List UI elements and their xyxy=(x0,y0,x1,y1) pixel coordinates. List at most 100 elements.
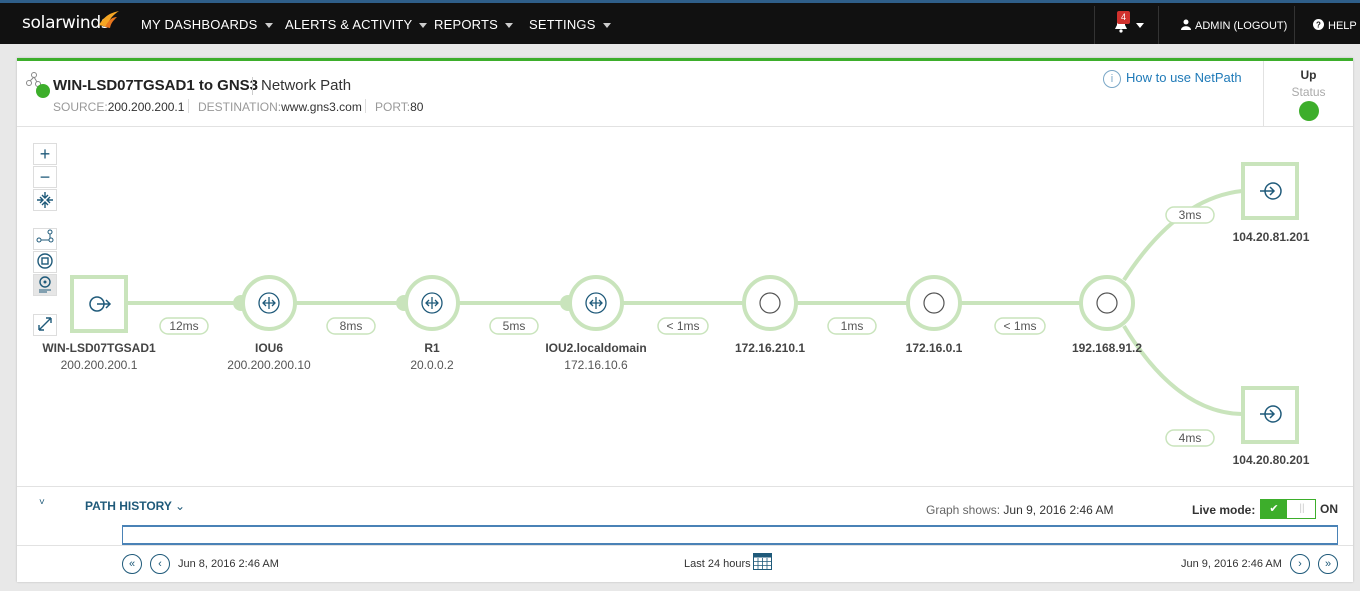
live-mode-toggle[interactable]: ✔ || xyxy=(1260,499,1316,519)
node-name: WIN-LSD07TGSAD1 xyxy=(42,341,156,355)
help-link[interactable]: ? HELP xyxy=(1313,19,1357,32)
node-ip: 200.200.200.10 xyxy=(227,358,311,372)
svg-text:8ms: 8ms xyxy=(340,319,363,333)
node-source[interactable] xyxy=(70,275,128,333)
path-history-section: ˅ PATH HISTORY ⌄ Graph shows: Jun 9, 201… xyxy=(17,486,1353,585)
status-box: Up Status xyxy=(1263,61,1353,127)
previous-button[interactable]: ‹ xyxy=(150,554,170,574)
page-title: WIN-LSD07TGSAD1 to GNS3 xyxy=(53,77,259,94)
chevron-down-icon: ⌄ xyxy=(175,499,186,513)
meta-divider xyxy=(365,99,366,113)
live-mode-state: ON xyxy=(1320,502,1338,516)
double-right-icon: » xyxy=(1324,558,1332,570)
latency-pill[interactable]: 1ms xyxy=(827,317,877,335)
latency-pill[interactable]: 4ms xyxy=(1165,429,1215,447)
chevron-down-icon xyxy=(419,23,428,29)
double-left-icon: « xyxy=(128,558,136,570)
chevron-down-icon xyxy=(264,23,273,29)
history-timeline[interactable] xyxy=(122,525,1338,545)
node-name: 104.20.81.201 xyxy=(1233,230,1310,244)
chevron-down-icon xyxy=(505,23,514,29)
chevron-right-icon: › xyxy=(1298,558,1302,570)
chevron-left-icon: ‹ xyxy=(158,558,162,570)
collapse-chevron-icon[interactable]: ˅ xyxy=(39,497,45,508)
status-value: Up xyxy=(1300,68,1317,82)
network-path-graph: 12ms 8ms 5ms < 1ms 1ms < 1ms 3ms 4ms WIN… xyxy=(42,162,1310,467)
user-icon xyxy=(1181,19,1191,30)
node-router-r1[interactable] xyxy=(404,275,460,331)
nav-alerts-activity[interactable]: ALERTS & ACTIVITY xyxy=(285,17,428,32)
top-nav: solarwinds MY DASHBOARDS ALERTS & ACTIVI… xyxy=(0,0,1360,44)
first-page-button[interactable]: « xyxy=(122,554,142,574)
path-history-toggle[interactable]: PATH HISTORY ⌄ xyxy=(85,499,185,513)
divider xyxy=(17,545,1353,546)
node-hop-172-16-0-1[interactable] xyxy=(906,275,962,331)
node-hop-172-16-210-1[interactable] xyxy=(742,275,798,331)
node-router-iou6[interactable] xyxy=(241,275,297,331)
chevron-down-icon[interactable] xyxy=(1136,23,1144,28)
range-start-date: Jun 8, 2016 2:46 AM xyxy=(178,558,279,570)
netpath-icon xyxy=(26,72,50,98)
svg-text:< 1ms: < 1ms xyxy=(1003,319,1036,333)
help-icon: ? xyxy=(1313,19,1324,30)
svg-text:4ms: 4ms xyxy=(1179,431,1202,445)
panel-header: WIN-LSD07TGSAD1 to GNS3 Network Path SOU… xyxy=(17,61,1353,127)
path-segment xyxy=(1122,324,1243,416)
node-name: IOU6 xyxy=(255,341,283,355)
nav-divider xyxy=(1094,6,1095,44)
svg-text:3ms: 3ms xyxy=(1179,208,1202,222)
status-up-indicator xyxy=(1298,101,1319,121)
page-subtitle: Network Path xyxy=(261,77,352,94)
latency-pill[interactable]: < 1ms xyxy=(994,317,1046,335)
latency-pill[interactable]: 8ms xyxy=(326,317,376,335)
check-icon: ✔ xyxy=(1261,500,1287,518)
latency-pill[interactable]: 3ms xyxy=(1165,206,1215,224)
port-info: PORT:80 xyxy=(375,100,424,114)
destination-info: DESTINATION:www.gns3.com xyxy=(198,100,362,114)
nav-divider xyxy=(1294,6,1295,44)
nav-reports[interactable]: REPORTS xyxy=(434,17,514,32)
toggle-knob: || xyxy=(1299,503,1305,514)
node-name: 104.20.80.201 xyxy=(1233,453,1310,467)
nav-my-dashboards[interactable]: MY DASHBOARDS xyxy=(141,17,273,32)
node-ip: 172.16.10.6 xyxy=(564,358,628,372)
node-dest-104-20-80-201[interactable] xyxy=(1241,386,1299,444)
nav-settings[interactable]: SETTINGS xyxy=(529,17,611,32)
svg-text:12ms: 12ms xyxy=(169,319,198,333)
meta-divider xyxy=(188,99,189,113)
info-icon: i xyxy=(1103,70,1121,88)
node-name: R1 xyxy=(424,341,440,355)
graph-shows: Graph shows: Jun 9, 2016 2:46 AM xyxy=(926,503,1114,517)
node-name: IOU2.localdomain xyxy=(545,341,646,355)
last-page-button[interactable]: » xyxy=(1318,554,1338,574)
next-button[interactable]: › xyxy=(1290,554,1310,574)
latency-pill[interactable]: < 1ms xyxy=(657,317,709,335)
svg-text:1ms: 1ms xyxy=(841,319,864,333)
node-name: 172.16.0.1 xyxy=(906,341,963,355)
node-name: 172.16.210.1 xyxy=(735,341,805,355)
node-name: 192.168.91.2 xyxy=(1072,341,1142,355)
admin-logout-link[interactable]: ADMIN (LOGOUT) xyxy=(1181,19,1287,32)
svg-text:?: ? xyxy=(1316,21,1321,30)
latency-pill[interactable]: 12ms xyxy=(159,317,209,335)
source-info: SOURCE:200.200.200.1 xyxy=(53,100,185,114)
range-end-date: Jun 9, 2016 2:46 AM xyxy=(1181,558,1282,570)
node-hop-192-168-91-2[interactable] xyxy=(1079,275,1135,331)
live-mode-label: Live mode: xyxy=(1192,503,1256,517)
notification-count-badge: 4 xyxy=(1117,11,1130,24)
chevron-down-icon xyxy=(602,23,611,29)
node-ip: 20.0.0.2 xyxy=(410,358,454,372)
flame-icon xyxy=(99,11,119,28)
range-label: Last 24 hours xyxy=(684,558,751,570)
node-dest-104-20-81-201[interactable] xyxy=(1241,162,1299,220)
node-ip: 200.200.200.1 xyxy=(61,358,138,372)
status-label: Status xyxy=(1291,85,1326,99)
nav-divider xyxy=(1158,6,1159,44)
how-to-use-netpath-link[interactable]: i How to use NetPath xyxy=(1103,70,1242,88)
latency-pill[interactable]: 5ms xyxy=(489,317,539,335)
node-router-iou2[interactable] xyxy=(568,275,624,331)
path-segment xyxy=(1122,189,1243,282)
calendar-icon[interactable] xyxy=(753,553,772,570)
svg-text:< 1ms: < 1ms xyxy=(666,319,699,333)
netpath-panel: WIN-LSD07TGSAD1 to GNS3 Network Path SOU… xyxy=(17,58,1353,582)
